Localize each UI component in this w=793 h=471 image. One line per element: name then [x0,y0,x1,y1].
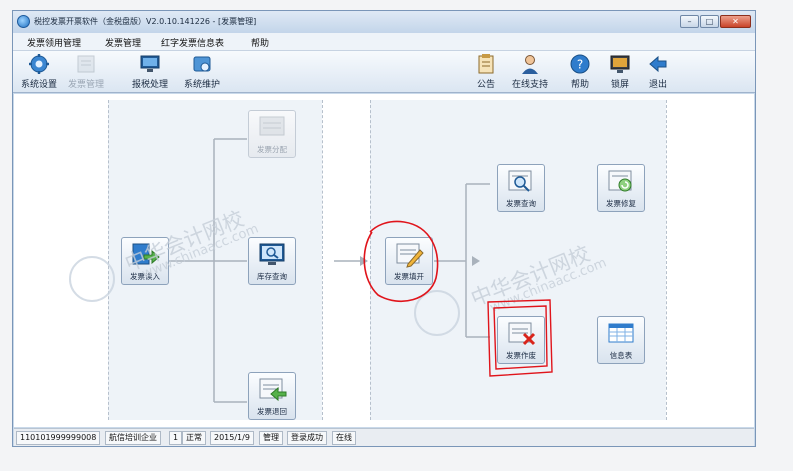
invoice-issue-icon [396,243,424,268]
maintenance-icon [193,56,211,72]
status-terminal: 1 [169,431,183,445]
menu-help[interactable]: 帮助 [251,36,269,49]
card-label: 发票查询 [506,199,536,208]
invoice-allocate-icon [259,116,285,136]
status-online: 在线 [332,431,356,445]
exit-icon [649,55,667,73]
invoice-icon [77,55,95,73]
card-invoice-allocate[interactable]: 发票分配 [248,110,296,158]
card-invoice-return[interactable]: 发票退回 [248,372,296,420]
toolbar-label: 报税处理 [131,80,168,90]
menu-invoice-acquire[interactable]: 发票领用管理 [27,36,81,49]
status-date: 2015/1/9 [210,431,254,445]
card-inventory-query[interactable]: 库存查询 [248,237,296,285]
invoice-return-icon [259,378,287,402]
status-company: 航信培训企业 [105,431,161,445]
card-invoice-query[interactable]: 发票查询 [497,164,545,212]
screenshot-stage: 税控发票开票软件（金税盘版）V2.0.10.141226 - [发票管理] – … [0,0,793,471]
card-invoice-repair[interactable]: 发票修复 [597,164,645,212]
status-state: 正常 [182,431,206,445]
card-label: 信息表 [609,351,633,360]
monitor-icon [140,55,160,72]
toolbar-invoice-manage[interactable]: 发票管理 [63,53,109,91]
menu-bar: 发票领用管理 发票管理 红字发票信息表 帮助 [13,33,755,51]
toolbar-exit[interactable]: 退出 [643,53,673,91]
inventory-query-icon [259,243,285,265]
toolbar-label: 公告 [476,80,495,90]
card-label: 发票填开 [394,272,424,281]
watermark-logo-icon [414,290,460,336]
watermark-logo-icon [69,256,115,302]
user-icon [522,55,538,74]
status-login: 登录成功 [287,431,327,445]
toolbar-label: 锁屏 [610,80,629,90]
title-bar[interactable]: 税控发票开票软件（金税盘版）V2.0.10.141226 - [发票管理] – … [13,11,755,33]
app-window: 税控发票开票软件（金税盘版）V2.0.10.141226 - [发票管理] – … [12,10,756,447]
status-bar: 110101999999008 航信培训企业 1 正常 2015/1/9 管理 … [14,428,754,446]
menu-red-invoice-info[interactable]: 红字发票信息表 [161,36,224,49]
status-role: 管理 [259,431,283,445]
window-title: 税控发票开票软件（金税盘版）V2.0.10.141226 - [发票管理] [34,17,257,26]
toolbar-announcement[interactable]: 公告 [471,53,501,91]
menu-invoice-manage[interactable]: 发票管理 [105,36,141,49]
card-invoice-issue[interactable]: 发票填开 [385,237,433,285]
invoice-repair-icon [608,170,632,192]
status-tax-id: 110101999999008 [16,431,101,445]
toolbar-label: 帮助 [570,80,589,90]
card-invoice-void[interactable]: 发票作废 [497,316,545,364]
toolbar-tax-report[interactable]: 报税处理 [127,53,173,91]
close-button[interactable]: ✕ [720,15,751,28]
info-table-icon [608,323,634,343]
card-info-table[interactable]: 信息表 [597,316,645,364]
help-icon: ? [570,54,590,74]
invoice-void-icon [508,322,536,346]
toolbar-label: 发票管理 [67,80,104,90]
toolbar-system-settings[interactable]: 系统设置 [17,53,61,91]
toolbar-label: 系统设置 [20,80,57,90]
lock-screen-icon [610,55,630,73]
toolbar-label: 系统维护 [183,80,220,90]
card-label: 发票作废 [506,351,536,360]
toolbar-lock-screen[interactable]: 锁屏 [605,53,635,91]
svg-text:?: ? [577,58,583,72]
toolbar-label: 退出 [648,80,667,90]
maximize-button[interactable]: □ [700,15,719,28]
card-label: 发票修复 [606,199,636,208]
invoice-query-icon [508,170,532,192]
app-logo-icon [17,15,30,28]
card-label: 发票退回 [257,407,287,416]
gear-icon [29,54,49,74]
toolbar-online-support[interactable]: 在线支持 [507,53,553,91]
toolbar-system-maintenance[interactable]: 系统维护 [179,53,225,91]
card-label: 库存查询 [257,272,287,281]
toolbar-label: 在线支持 [511,80,548,90]
clipboard-icon [478,54,494,74]
toolbar-help[interactable]: ? 帮助 [565,53,595,91]
card-label: 发票分配 [257,145,287,154]
toolbar: 系统设置 发票管理 报税处理 系统维护 公告 在线支持 ? 帮助 锁屏 退出 [13,51,755,93]
minimize-button[interactable]: – [680,15,699,28]
